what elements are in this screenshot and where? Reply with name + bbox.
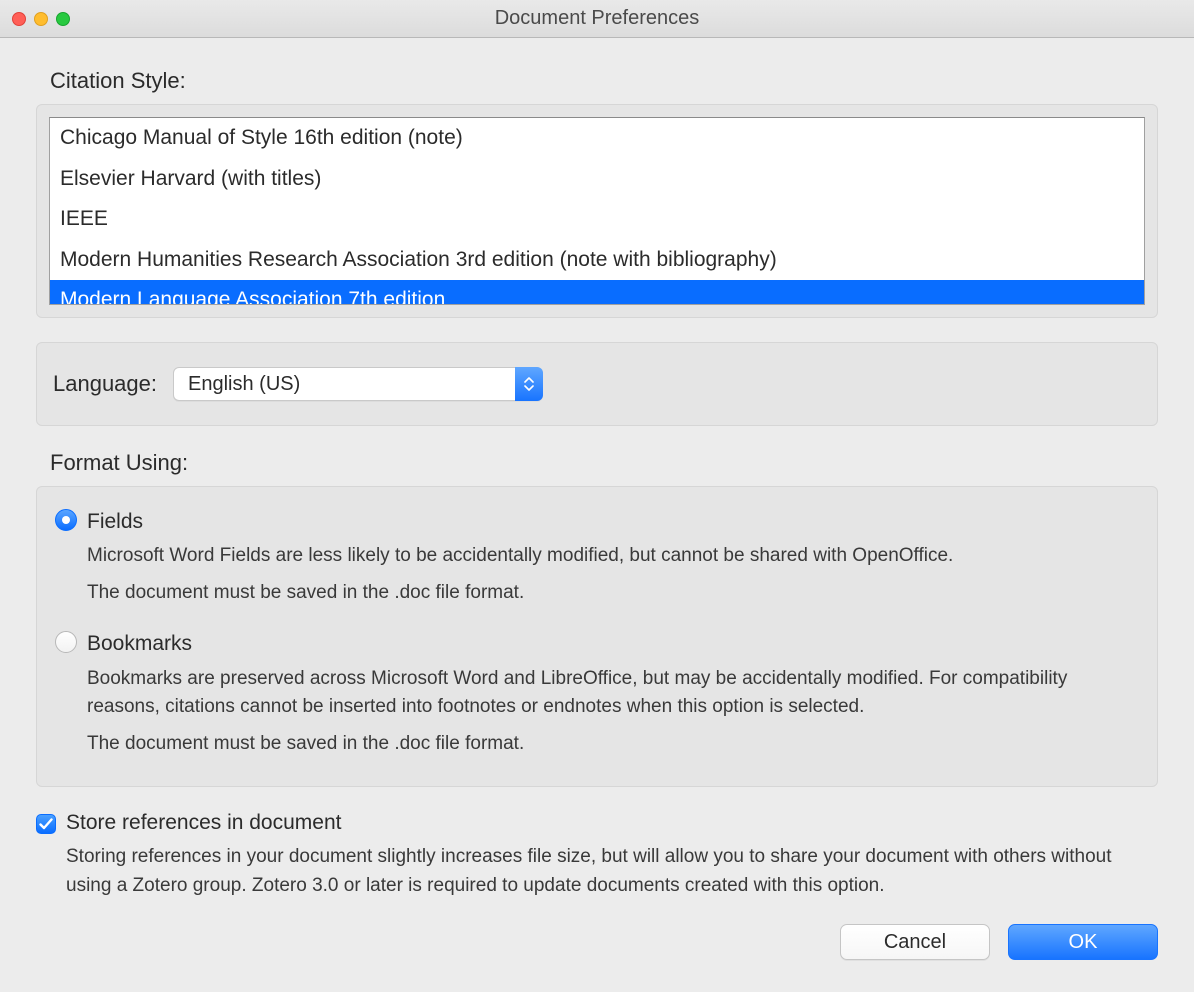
language-label: Language: bbox=[53, 371, 157, 397]
language-panel: Language: English (US) bbox=[36, 342, 1158, 426]
format-option-bookmarks: Bookmarks Bookmarks are preserved across … bbox=[55, 629, 1139, 758]
radio-icon bbox=[55, 631, 77, 653]
format-option-description: Bookmarks are preserved across Microsoft… bbox=[87, 665, 1139, 722]
window-title: Document Preferences bbox=[0, 7, 1194, 30]
window-titlebar: Document Preferences bbox=[0, 0, 1194, 38]
citation-style-panel: Chicago Manual of Style 16th edition (no… bbox=[36, 104, 1158, 318]
citation-style-option[interactable]: IEEE bbox=[50, 199, 1144, 240]
store-references-checkbox[interactable] bbox=[36, 814, 56, 834]
zoom-window-button[interactable] bbox=[56, 12, 70, 26]
format-option-description: The document must be saved in the .doc f… bbox=[87, 579, 1139, 608]
close-window-button[interactable] bbox=[12, 12, 26, 26]
citation-style-list[interactable]: Chicago Manual of Style 16th edition (no… bbox=[49, 117, 1145, 305]
citation-style-option[interactable]: Elsevier Harvard (with titles) bbox=[50, 159, 1144, 200]
content-area: Citation Style: Chicago Manual of Style … bbox=[0, 38, 1194, 980]
dialog-buttons: Cancel OK bbox=[36, 924, 1158, 960]
store-references-row: Store references in document bbox=[36, 811, 1158, 835]
format-radio-fields[interactable]: Fields bbox=[55, 507, 1139, 536]
traffic-lights bbox=[12, 12, 70, 26]
citation-style-option[interactable]: Modern Language Association 7th edition bbox=[50, 280, 1144, 305]
ok-button[interactable]: OK bbox=[1008, 924, 1158, 960]
citation-style-option[interactable]: Modern Humanities Research Association 3… bbox=[50, 240, 1144, 281]
radio-icon bbox=[55, 509, 77, 531]
format-option-label: Bookmarks bbox=[87, 629, 192, 658]
format-radio-bookmarks[interactable]: Bookmarks bbox=[55, 629, 1139, 658]
store-references-label: Store references in document bbox=[66, 811, 341, 835]
language-select[interactable]: English (US) bbox=[173, 367, 543, 401]
format-using-panel: Fields Microsoft Word Fields are less lik… bbox=[36, 486, 1158, 787]
select-arrows-icon bbox=[515, 367, 543, 401]
citation-style-label: Citation Style: bbox=[36, 68, 1158, 94]
format-option-description: The document must be saved in the .doc f… bbox=[87, 730, 1139, 759]
format-option-description: Microsoft Word Fields are less likely to… bbox=[87, 542, 1139, 571]
format-option-label: Fields bbox=[87, 507, 143, 536]
language-select-value: English (US) bbox=[173, 367, 543, 401]
format-option-fields: Fields Microsoft Word Fields are less lik… bbox=[55, 507, 1139, 607]
cancel-button[interactable]: Cancel bbox=[840, 924, 990, 960]
format-using-label: Format Using: bbox=[36, 450, 1158, 476]
store-references-description: Storing references in your document slig… bbox=[66, 843, 1158, 900]
citation-style-option[interactable]: Chicago Manual of Style 16th edition (no… bbox=[50, 118, 1144, 159]
minimize-window-button[interactable] bbox=[34, 12, 48, 26]
